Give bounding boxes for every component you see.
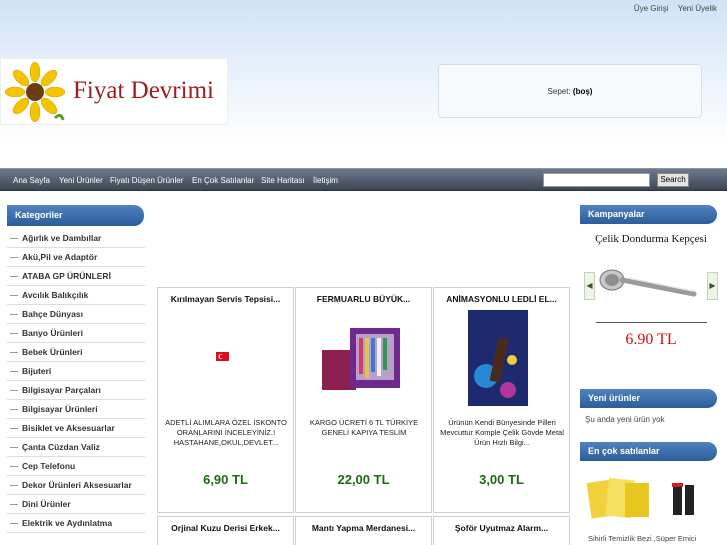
- new-products-heading: Yeni ürünler: [580, 389, 717, 408]
- product-title[interactable]: Şoför Uyutmaz Alarm...: [434, 517, 569, 533]
- campaign-price: 6.90 TL: [625, 331, 677, 348]
- category-item[interactable]: Bisiklet ve Aksesuarlar: [7, 419, 145, 438]
- register-link[interactable]: Yeni Üyelik: [678, 4, 717, 13]
- sunflower-icon: [5, 62, 65, 122]
- category-item[interactable]: Dini Ürünler: [7, 495, 145, 514]
- site-logo[interactable]: Fiyat Devrimi: [0, 58, 228, 125]
- cart-box[interactable]: Sepet: (boş): [438, 64, 702, 118]
- product-card[interactable]: Şoför Uyutmaz Alarm...: [433, 516, 570, 545]
- product-card[interactable]: FERMUARLU BÜYÜK... KARGO ÜCRETİ 6 TL TÜR…: [295, 287, 432, 513]
- top-links: Üye Girişi Yeni Üyelik: [627, 4, 717, 13]
- product-card[interactable]: Orjinal Kuzu Derisi Erkek...: [157, 516, 294, 545]
- product-price: 3,00 TL: [479, 472, 524, 487]
- product-description: KARGO ÜCRETİ 6 TL TÜRKİYE GENELİ KAPIYA …: [309, 418, 419, 437]
- product-title[interactable]: Orjinal Kuzu Derisi Erkek...: [158, 517, 293, 533]
- wardrobe-product-image: [322, 328, 400, 390]
- category-item[interactable]: Ağırlık ve Dambıllar: [7, 229, 145, 248]
- product-description: ADETLİ ALIMLARA ÖZEL İSKONTO ORANLARINI …: [165, 418, 287, 447]
- cleaning-cloth-product-image[interactable]: [585, 475, 705, 523]
- nav-new-products[interactable]: Yeni Ürünler: [59, 176, 103, 185]
- search-button[interactable]: Search: [657, 173, 689, 187]
- category-item[interactable]: Bilgisayar Parçaları: [7, 381, 145, 400]
- campaign-divider: [596, 322, 707, 323]
- category-item[interactable]: Banyo Ürünleri: [7, 324, 145, 343]
- product-description: Ürünün Kendi Bünyesinde Pilleri Mevcuttu…: [440, 418, 564, 447]
- product-card[interactable]: Kırılmayan Servis Tepsisi... ADETLİ ALIM…: [157, 287, 294, 513]
- campaigns-heading: Kampanyalar: [580, 205, 717, 224]
- ice-cream-scoop-image[interactable]: [598, 258, 704, 308]
- product-card[interactable]: Mantı Yapma Merdanesi...: [295, 516, 432, 545]
- category-item[interactable]: Elektrik ve Aydınlatma: [7, 514, 145, 533]
- nav-sitemap[interactable]: Site Haritası: [261, 176, 305, 185]
- logo-text: Fiyat Devrimi: [73, 77, 214, 104]
- led-flashlight-product-image: [468, 310, 528, 406]
- cart-status: (boş): [572, 87, 593, 96]
- new-products-empty-text: Şu anda yeni ürün yok: [585, 415, 665, 424]
- product-title[interactable]: ANİMASYONLU LEDLİ EL...: [434, 288, 569, 304]
- category-item[interactable]: Akü,Pil ve Adaptör: [7, 248, 145, 267]
- category-item[interactable]: ATABA GP ÜRÜNLERİ: [7, 267, 145, 286]
- nav-contact[interactable]: İletişim: [313, 176, 338, 185]
- login-link[interactable]: Üye Girişi: [634, 4, 669, 13]
- campaign-box: Çelik Dondurma Kepçesi ◀ ▶ 6.90 TL: [582, 230, 720, 380]
- best-sellers-heading: En çok satılanlar: [580, 442, 717, 461]
- product-card[interactable]: ANİMASYONLU LEDLİ EL... Ürünün Kendi Bün…: [433, 287, 570, 513]
- category-item[interactable]: Çanta Cüzdan Valiz: [7, 438, 145, 457]
- product-title[interactable]: Mantı Yapma Merdanesi...: [296, 517, 431, 533]
- category-list: Ağırlık ve Dambıllar Akü,Pil ve Adaptör …: [7, 229, 145, 533]
- category-item[interactable]: Bebek Ürünleri: [7, 343, 145, 362]
- category-item[interactable]: Bahçe Dünyası: [7, 305, 145, 324]
- product-title[interactable]: Kırılmayan Servis Tepsisi...: [158, 288, 293, 304]
- nav-home[interactable]: Ana Sayfa: [13, 176, 50, 185]
- main-navbar: Ana Sayfa Yeni Ürünler Fiyatı Düşen Ürün…: [0, 168, 727, 191]
- category-item[interactable]: Dekor Ürünleri Aksesuarlar: [7, 476, 145, 495]
- categories-heading: Kategoriler: [7, 205, 144, 226]
- turkish-flag-icon: [216, 352, 229, 361]
- nav-best-sellers[interactable]: En Çok Satılanlar: [192, 176, 254, 185]
- best-seller-caption[interactable]: Sihirli Temizlik Bezi ,Süper Emici: [588, 534, 696, 543]
- product-title[interactable]: FERMUARLU BÜYÜK...: [296, 288, 431, 304]
- product-price: 22,00 TL: [337, 472, 390, 487]
- category-item[interactable]: Avcılık Balıkçılık: [7, 286, 145, 305]
- category-item[interactable]: Bijuteri: [7, 362, 145, 381]
- nav-price-drops[interactable]: Fiyatı Düşen Ürünler: [110, 176, 183, 185]
- carousel-prev-button[interactable]: ◀: [584, 272, 595, 300]
- category-item[interactable]: Bilgisayar Ürünleri: [7, 400, 145, 419]
- campaign-product-name[interactable]: Çelik Dondurma Kepçesi: [582, 233, 720, 245]
- search-input[interactable]: [543, 173, 650, 187]
- category-item[interactable]: Cep Telefonu: [7, 457, 145, 476]
- cart-label: Sepet:: [547, 87, 571, 96]
- product-price: 6,90 TL: [203, 472, 248, 487]
- carousel-next-button[interactable]: ▶: [707, 272, 718, 300]
